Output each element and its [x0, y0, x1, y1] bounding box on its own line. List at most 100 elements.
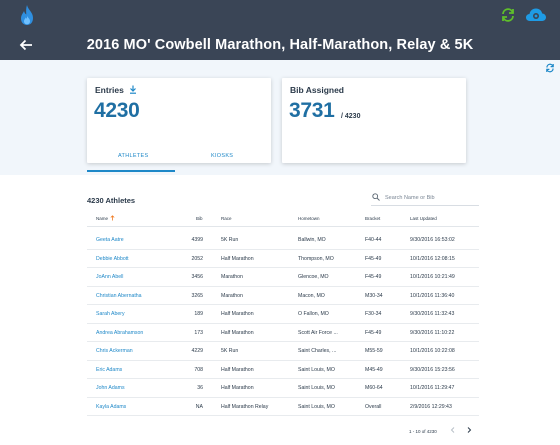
race-cell: Half Marathon [221, 329, 254, 336]
bib-total: / 4230 [341, 113, 361, 120]
column-header-race[interactable]: Race [221, 216, 232, 221]
athlete-name-link[interactable]: Debbie Abbott [96, 256, 129, 262]
tab-athletes[interactable]: ATHLETES [118, 153, 148, 159]
bracket-cell: F45-49 [365, 329, 382, 336]
hometown-cell: Saint Charles, ... [298, 348, 337, 354]
athlete-name-link[interactable]: JoAnn Abell [96, 274, 123, 280]
race-cell: 5K Run [221, 348, 239, 354]
athlete-name-link[interactable]: Eric Adams [96, 367, 122, 373]
refresh-icon[interactable] [545, 63, 555, 73]
bib-cell: 708 [194, 366, 203, 373]
bib-cell: 3456 [191, 274, 203, 280]
top-bar [0, 0, 560, 30]
chevron-left-icon[interactable] [449, 426, 457, 434]
table-header: Name Bib Race Hometown Bracket Last Upda… [87, 213, 479, 227]
table-row[interactable]: Kayla Adams NA Half Marathon Relay Saint Lo… [87, 398, 479, 416]
athlete-name-link[interactable]: Sarah Abery [96, 311, 125, 317]
athlete-name-link[interactable]: Chris Ackerman [96, 348, 133, 354]
last-updated-cell: 9/30/2016 11:32:43 [410, 311, 455, 317]
search-box [371, 192, 479, 206]
bracket-cell: F40-44 [365, 237, 382, 243]
race-cell: Half Marathon [221, 255, 254, 262]
last-updated-cell: 2/9/2016 12:29:43 [410, 403, 452, 410]
cloud-icon[interactable] [525, 6, 547, 24]
table-row[interactable]: John Adams 36 Half Marathon Saint Louis, MO… [87, 379, 479, 398]
athlete-name-link[interactable]: Christian Abernatha [96, 293, 142, 299]
bib-cell: 4399 [191, 237, 203, 243]
column-header-name[interactable]: Name [96, 216, 108, 221]
bib-cell: NA [195, 403, 203, 410]
bib-assigned-card: Bib Assigned 3731 / 4230 [282, 78, 466, 163]
page-header: 2016 MO' Cowbell Marathon, Half-Marathon… [0, 30, 560, 60]
download-icon[interactable] [129, 85, 137, 94]
table-row[interactable]: Debbie Abbott 2052 Half Marathon Thompson, … [87, 250, 479, 268]
table-row[interactable]: Chris Ackerman 4229 5K Run Saint Charles, .… [87, 342, 479, 361]
table-row[interactable]: Sarah Abery 189 Half Marathon O Fallon, MO F… [87, 305, 479, 324]
active-tab-indicator [87, 170, 175, 172]
hometown-cell: Macon, MO [298, 292, 325, 299]
last-updated-cell: 10/1/2016 10:21:49 [410, 274, 455, 280]
bracket-cell: M30-34 [365, 292, 383, 299]
entries-label: Entries [95, 85, 124, 95]
table-row[interactable]: Andrea Abrahamson 173 Half Marathon Scott A… [87, 324, 479, 342]
race-cell: Half Marathon [221, 311, 254, 317]
bib-cell: 3265 [191, 292, 203, 299]
hometown-cell: O Fallon, MO [298, 311, 329, 317]
entries-value: 4230 [94, 99, 140, 122]
hometown-cell: Saint Louis, MO [298, 366, 335, 373]
bracket-cell: M45-49 [365, 366, 383, 373]
race-cell: 5K Run [221, 237, 239, 243]
table-row[interactable]: Eric Adams 708 Half Marathon Saint Louis, M… [87, 361, 479, 379]
last-updated-cell: 9/30/2016 15:23:56 [410, 366, 455, 373]
bib-cell: 4229 [191, 348, 203, 354]
race-cell: Marathon [221, 292, 243, 299]
athlete-name-link[interactable]: Geeta Aatre [96, 237, 124, 243]
bracket-cell: M60-64 [365, 385, 383, 391]
bracket-cell: Overall [365, 403, 382, 410]
athlete-name-link[interactable]: Andrea Abrahamson [96, 330, 143, 336]
column-header-hometown[interactable]: Hometown [298, 216, 320, 221]
hometown-cell: Saint Louis, MO [298, 403, 335, 410]
column-header-last-updated[interactable]: Last Updated [410, 216, 437, 221]
tab-kiosks[interactable]: KIOSKS [211, 153, 233, 159]
column-header-bib[interactable]: Bib [196, 216, 203, 221]
sort-ascending-icon[interactable] [110, 215, 115, 221]
last-updated-cell: 10/1/2016 11:36:40 [410, 292, 455, 299]
hometown-cell: Glencoe, MO [298, 274, 329, 280]
bib-cell: 36 [197, 385, 203, 391]
bib-cell: 189 [194, 311, 203, 317]
last-updated-cell: 10/1/2016 12:08:15 [410, 255, 455, 262]
page-title: 2016 MO' Cowbell Marathon, Half-Marathon… [86, 37, 474, 53]
search-input[interactable] [385, 192, 477, 203]
chevron-right-icon[interactable] [465, 426, 473, 434]
athlete-name-link[interactable]: John Adams [96, 385, 125, 391]
bracket-cell: F45-49 [365, 274, 382, 280]
entries-card: Entries 4230 [87, 78, 271, 163]
table-body: Geeta Aatre 4399 5K Run Ballwin, MO F40-44 9/… [87, 231, 479, 416]
bib-cell: 2052 [191, 255, 203, 262]
bracket-cell: F30-34 [365, 311, 382, 317]
hometown-cell: Ballwin, MO [298, 237, 326, 243]
search-icon [372, 193, 380, 201]
table-row[interactable]: Christian Abernatha 3265 Marathon Macon, MO… [87, 287, 479, 305]
race-cell: Marathon [221, 274, 243, 280]
race-cell: Half Marathon Relay [221, 403, 269, 410]
hometown-cell: Thompson, MO [298, 255, 334, 262]
stats-area [0, 60, 560, 175]
bracket-cell: M55-59 [365, 348, 383, 354]
flame-icon[interactable] [18, 4, 36, 26]
bib-label: Bib Assigned [290, 85, 344, 95]
last-updated-cell: 10/1/2016 11:29:47 [410, 385, 455, 391]
pagination-label: 1 - 10 of 4230 [409, 429, 437, 434]
table-row[interactable]: Geeta Aatre 4399 5K Run Ballwin, MO F40-44 9/… [87, 231, 479, 250]
athletes-count-title: 4230 Athletes [87, 196, 136, 205]
last-updated-cell: 10/1/2016 10:22:08 [410, 348, 455, 354]
athlete-name-link[interactable]: Kayla Adams [96, 404, 126, 410]
sync-icon[interactable] [500, 7, 516, 23]
hometown-cell: Scott Air Force ... [298, 329, 338, 336]
table-row[interactable]: JoAnn Abell 3456 Marathon Glencoe, MO F45-49… [87, 268, 479, 287]
column-header-bracket[interactable]: Bracket [365, 216, 380, 221]
last-updated-cell: 9/30/2016 11:10:22 [410, 329, 455, 336]
last-updated-cell: 9/30/2016 16:53:02 [410, 237, 455, 243]
bracket-cell: F45-49 [365, 255, 382, 262]
